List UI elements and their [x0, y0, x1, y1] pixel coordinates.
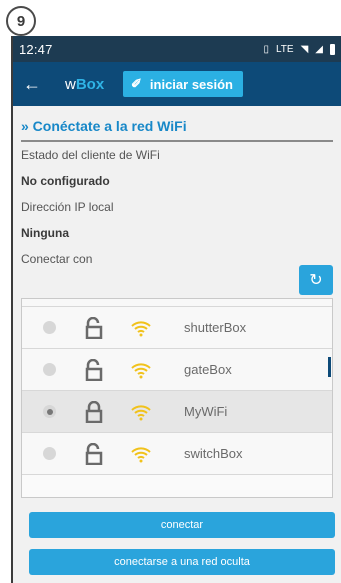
status-icons: ▯ LTE ◥ ◢ [263, 43, 341, 55]
hidden-network-button[interactable]: conectarse a una red oculta [29, 549, 335, 575]
network-item-shutterbox[interactable]: shutterBox [22, 307, 332, 349]
lock-open-icon [85, 316, 103, 339]
lte-icon: LTE [275, 43, 294, 55]
lock-open-icon [85, 442, 103, 465]
app-bar: ← wBox ✐ iniciar sesión [13, 62, 341, 106]
step-badge: 9 [6, 6, 36, 36]
brand-logo: wBox [65, 76, 123, 93]
connect-button[interactable]: conectar [29, 512, 335, 538]
refresh-button[interactable]: ↻ [299, 265, 333, 295]
network-name: MyWiFi [184, 404, 228, 419]
brand-suffix: Box [75, 75, 105, 93]
ip-label: Dirección IP local [21, 200, 114, 214]
step-number: 9 [16, 12, 26, 30]
network-name: gateBox [184, 362, 232, 377]
wifi-icon [131, 320, 151, 336]
key-icon: ✐ [131, 76, 142, 91]
back-button[interactable]: ← [13, 62, 51, 106]
network-item[interactable] [22, 299, 332, 307]
lock-open-icon [85, 358, 103, 381]
network-item-gatebox[interactable]: gateBox [22, 349, 332, 391]
list-scrollbar[interactable] [328, 357, 331, 377]
vibrate-icon: ▯ [263, 43, 269, 55]
wifi-icon [131, 362, 151, 378]
radio-button[interactable] [43, 447, 56, 460]
status-time: 12:47 [19, 41, 53, 57]
section-title: » Conéctate a la red WiFi [21, 118, 333, 142]
radio-button-selected[interactable] [43, 405, 56, 418]
network-name: shutterBox [184, 320, 247, 335]
network-item-switchbox[interactable]: switchBox [22, 433, 332, 475]
phone-screen: 12:47 ▯ LTE ◥ ◢ ← wBox ✐ iniciar sesión … [11, 36, 341, 583]
radio-button[interactable] [43, 363, 56, 376]
network-item-mywifi[interactable]: MyWiFi [22, 391, 332, 433]
login-button[interactable]: ✐ iniciar sesión [123, 71, 243, 97]
lock-closed-icon [85, 400, 103, 423]
connect-with-label: Conectar con [21, 252, 93, 266]
signal-icon: ◢ [315, 43, 323, 55]
battery-icon [330, 43, 335, 55]
wifi-info: Estado del cliente de WiFi No configurad… [13, 142, 341, 272]
client-status-label: Estado del cliente de WiFi [21, 148, 160, 162]
wifi-icon [131, 404, 151, 420]
wifi-status-icon: ◥ [300, 43, 309, 55]
wifi-icon [131, 446, 151, 462]
refresh-icon: ↻ [309, 272, 323, 289]
login-label: iniciar sesión [149, 76, 233, 92]
status-bar: 12:47 ▯ LTE ◥ ◢ [13, 36, 341, 62]
brand-prefix: w [65, 75, 76, 93]
ip-value: Ninguna [21, 226, 69, 240]
network-name: switchBox [184, 446, 243, 461]
screenshot: 9 12:47 ▯ LTE ◥ ◢ ← wBox ✐ iniciar sesió… [0, 0, 341, 583]
network-list[interactable]: shutterBox gateBox MyWiFi switchBox [21, 298, 333, 498]
back-arrow-icon: ← [23, 73, 41, 94]
client-status-value: No configurado [21, 174, 110, 188]
radio-button[interactable] [43, 321, 56, 334]
